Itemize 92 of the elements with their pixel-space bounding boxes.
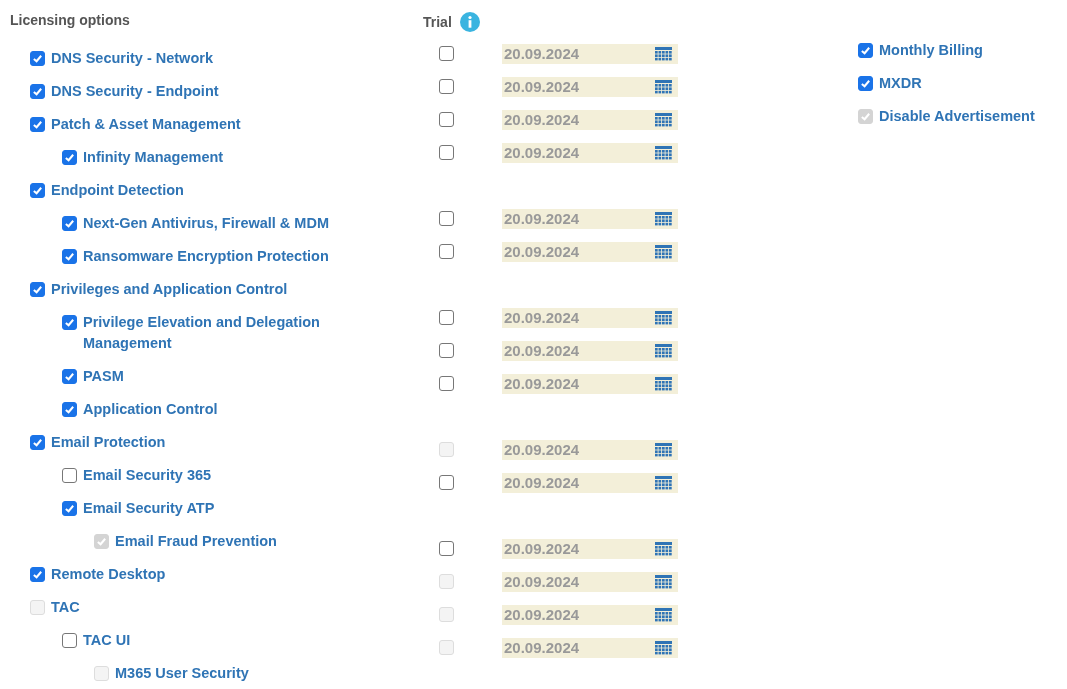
checkbox[interactable] (30, 183, 45, 198)
check-icon (64, 404, 75, 415)
check-icon (860, 111, 871, 122)
calendar-icon[interactable] (655, 112, 672, 127)
option-label[interactable]: Infinity Management (83, 147, 224, 168)
checkbox[interactable] (62, 501, 77, 516)
column-title: Trial (423, 13, 452, 32)
checkbox[interactable] (62, 216, 77, 231)
calendar-icon[interactable] (655, 607, 672, 622)
date-field[interactable]: 20.09.2024 (502, 208, 678, 229)
checkbox[interactable] (30, 84, 45, 99)
calendar-icon[interactable] (655, 442, 672, 457)
checkbox[interactable] (439, 541, 454, 556)
checkbox[interactable] (858, 76, 873, 91)
section-title: Licensing options (10, 11, 131, 30)
option-label[interactable]: Monthly Billing (879, 40, 983, 61)
checkbox[interactable] (62, 369, 77, 384)
date-field[interactable]: 20.09.2024 (502, 307, 678, 328)
option-label[interactable]: Next-Gen Antivirus, Firewall & MDM (83, 213, 329, 234)
checkbox[interactable] (858, 43, 873, 58)
calendar-icon[interactable] (655, 46, 672, 61)
checkbox[interactable] (62, 468, 77, 483)
option-label[interactable]: Email Protection (51, 432, 166, 453)
option-label[interactable]: Privileges and Application Control (51, 279, 288, 300)
calendar-icon[interactable] (655, 541, 672, 556)
check-icon (96, 536, 107, 547)
check-icon (64, 503, 75, 514)
date-field[interactable]: 20.09.2024 (502, 241, 678, 262)
check-icon (32, 569, 43, 580)
option-label[interactable]: DNS Security - Network (51, 48, 213, 69)
check-icon (64, 251, 75, 262)
checkbox[interactable] (30, 51, 45, 66)
checkbox[interactable] (62, 402, 77, 417)
option-label[interactable]: MXDR (879, 73, 922, 94)
check-icon (32, 86, 43, 97)
calendar-icon[interactable] (655, 640, 672, 655)
calendar-icon[interactable] (655, 475, 672, 490)
check-icon (32, 284, 43, 295)
check-icon (860, 45, 871, 56)
checkbox[interactable] (62, 315, 77, 330)
checkbox[interactable] (439, 112, 454, 127)
checkbox[interactable] (439, 475, 454, 490)
checkbox[interactable] (62, 150, 77, 165)
checkbox[interactable] (62, 249, 77, 264)
info-icon[interactable] (459, 12, 480, 32)
checkbox[interactable] (439, 46, 454, 61)
option-label[interactable]: DNS Security - Endpoint (51, 81, 219, 102)
calendar-icon[interactable] (655, 211, 672, 226)
option-label[interactable]: Endpoint Detection (51, 180, 184, 201)
check-icon (64, 152, 75, 163)
checkbox[interactable] (30, 117, 45, 132)
calendar-icon[interactable] (655, 244, 672, 259)
option-label[interactable]: Application Control (83, 399, 218, 420)
checkbox[interactable] (439, 244, 454, 259)
option-label[interactable]: Privilege Elevation and Delegation Management (83, 312, 337, 354)
date-field[interactable]: 20.09.2024 (502, 472, 678, 493)
option-label[interactable]: Email Security ATP (83, 498, 215, 519)
checkbox[interactable] (30, 567, 45, 582)
check-icon (64, 371, 75, 382)
check-icon (64, 317, 75, 328)
check-icon (32, 119, 43, 130)
date-field[interactable]: 20.09.2024 (502, 538, 678, 559)
check-icon (64, 218, 75, 229)
check-icon (860, 78, 871, 89)
checkbox[interactable] (439, 145, 454, 160)
option-label[interactable]: PASM (83, 366, 124, 387)
checkbox[interactable] (30, 282, 45, 297)
option-label[interactable]: Email Security 365 (83, 465, 212, 486)
date-field[interactable]: 20.09.2024 (502, 340, 678, 361)
check-icon (32, 185, 43, 196)
checkbox[interactable] (439, 310, 454, 325)
date-field[interactable]: 20.09.2024 (502, 142, 678, 163)
calendar-icon[interactable] (655, 145, 672, 160)
check-icon (32, 437, 43, 448)
checkbox[interactable] (30, 435, 45, 450)
calendar-icon[interactable] (655, 574, 672, 589)
checkbox[interactable] (439, 376, 454, 391)
check-icon (32, 53, 43, 64)
option-label[interactable]: Remote Desktop (51, 564, 166, 585)
calendar-icon[interactable] (655, 376, 672, 391)
calendar-icon[interactable] (655, 310, 672, 325)
date-field[interactable]: 20.09.2024 (502, 76, 678, 97)
calendar-icon[interactable] (655, 79, 672, 94)
date-field[interactable]: 20.09.2024 (502, 373, 678, 394)
date-field[interactable]: 20.09.2024 (502, 43, 678, 64)
checkbox[interactable] (439, 211, 454, 226)
option-label[interactable]: Patch & Asset Management (51, 114, 241, 135)
checkbox[interactable] (439, 343, 454, 358)
calendar-icon[interactable] (655, 343, 672, 358)
date-field[interactable]: 20.09.2024 (502, 109, 678, 130)
checkbox[interactable] (439, 79, 454, 94)
option-label[interactable]: Ransomware Encryption Protection (83, 246, 329, 267)
